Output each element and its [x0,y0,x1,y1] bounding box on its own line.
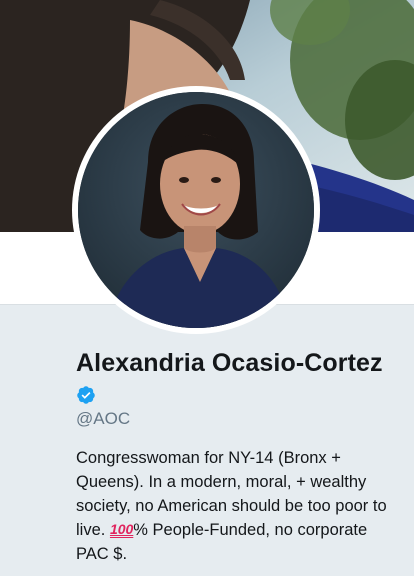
profile-name[interactable]: Alexandria Ocasio-Cortez [76,346,402,380]
hundred-points-emoji-icon: 100 [109,521,134,537]
profile-bio: Congresswoman for NY-14 (Bronx + Queens)… [76,446,402,566]
profile-info: Alexandria Ocasio-Cortez @AOC Congresswo… [76,346,402,566]
avatar[interactable] [78,92,314,328]
profile-handle: @AOC [76,409,131,428]
verified-badge-icon [77,386,95,404]
